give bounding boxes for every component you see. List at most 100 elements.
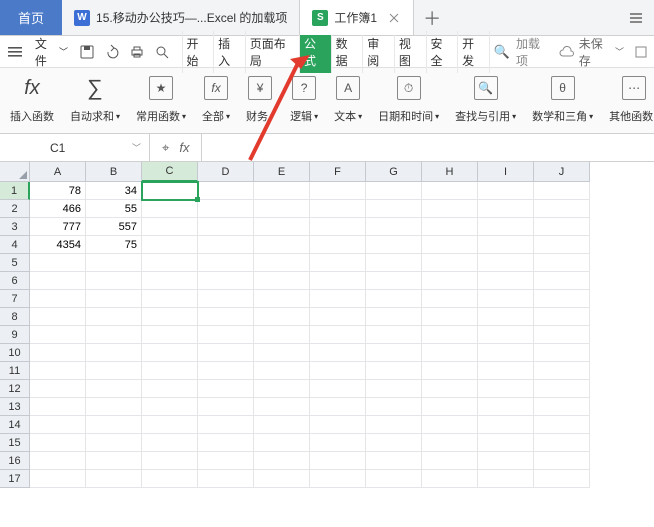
cell[interactable] xyxy=(422,182,478,200)
cell[interactable] xyxy=(366,254,422,272)
cell[interactable] xyxy=(198,254,254,272)
ribbon-tab-7[interactable]: 安全 xyxy=(427,31,459,73)
row-header[interactable]: 4 xyxy=(0,236,30,254)
cell[interactable] xyxy=(478,398,534,416)
cell[interactable] xyxy=(478,326,534,344)
cell[interactable] xyxy=(478,416,534,434)
cell[interactable] xyxy=(366,236,422,254)
cell[interactable] xyxy=(534,416,590,434)
formula-input[interactable] xyxy=(202,134,654,161)
cell[interactable] xyxy=(198,290,254,308)
cell[interactable] xyxy=(142,452,198,470)
cell[interactable] xyxy=(198,182,254,200)
cell[interactable] xyxy=(478,344,534,362)
cell[interactable] xyxy=(198,434,254,452)
cell[interactable] xyxy=(534,470,590,488)
cell[interactable] xyxy=(534,452,590,470)
cell[interactable] xyxy=(478,308,534,326)
cell[interactable] xyxy=(422,416,478,434)
cell[interactable] xyxy=(366,344,422,362)
cell[interactable] xyxy=(534,344,590,362)
cell[interactable] xyxy=(142,308,198,326)
ribbon-group-4[interactable]: ¥财务▾ xyxy=(240,72,280,133)
close-icon[interactable] xyxy=(387,11,401,25)
ribbon-tab-4[interactable]: 数据 xyxy=(332,31,364,73)
ribbon-group-5[interactable]: ?逻辑▾ xyxy=(284,72,324,133)
cell[interactable] xyxy=(310,434,366,452)
column-header[interactable]: H xyxy=(422,162,478,182)
ribbon-tab-2[interactable]: 页面布局 xyxy=(246,31,300,73)
cell[interactable] xyxy=(478,452,534,470)
row-header[interactable]: 12 xyxy=(0,380,30,398)
row-header[interactable]: 7 xyxy=(0,290,30,308)
row-header[interactable]: 1 xyxy=(0,182,30,200)
ribbon-group-8[interactable]: 🔍查找与引用▾ xyxy=(449,72,522,133)
cell[interactable] xyxy=(366,308,422,326)
cell[interactable] xyxy=(310,182,366,200)
cell[interactable] xyxy=(30,290,86,308)
column-header[interactable]: C xyxy=(142,162,198,182)
ribbon-tab-6[interactable]: 视图 xyxy=(395,31,427,73)
ribbon-group-0[interactable]: fx插入函数 xyxy=(4,72,60,133)
cell[interactable] xyxy=(478,272,534,290)
cell[interactable] xyxy=(310,326,366,344)
cell[interactable]: 78 xyxy=(30,182,86,200)
cell[interactable] xyxy=(142,398,198,416)
cell[interactable] xyxy=(534,236,590,254)
cell[interactable] xyxy=(30,416,86,434)
cell[interactable] xyxy=(366,398,422,416)
cell[interactable] xyxy=(198,452,254,470)
cell[interactable] xyxy=(254,326,310,344)
ribbon-tab-1[interactable]: 插入 xyxy=(214,31,246,73)
cell[interactable] xyxy=(142,434,198,452)
cell[interactable] xyxy=(86,272,142,290)
cell[interactable] xyxy=(310,290,366,308)
cell[interactable] xyxy=(422,254,478,272)
row-header[interactable]: 11 xyxy=(0,362,30,380)
cell[interactable] xyxy=(310,380,366,398)
cell[interactable]: 557 xyxy=(86,218,142,236)
ribbon-group-2[interactable]: ★常用函数▾ xyxy=(130,72,192,133)
cell[interactable] xyxy=(254,434,310,452)
cell[interactable] xyxy=(422,398,478,416)
cell[interactable] xyxy=(198,218,254,236)
cell[interactable] xyxy=(254,380,310,398)
cell[interactable] xyxy=(310,452,366,470)
select-all-corner[interactable] xyxy=(0,162,30,182)
tab-document-1[interactable]: W 15.移动办公技巧—...Excel 的加载项 xyxy=(62,0,299,35)
menu-icon[interactable] xyxy=(6,42,25,62)
row-header[interactable]: 3 xyxy=(0,218,30,236)
cell[interactable] xyxy=(422,344,478,362)
cell[interactable] xyxy=(142,236,198,254)
ribbon-tab-8[interactable]: 开发 xyxy=(458,31,490,73)
cell[interactable] xyxy=(30,362,86,380)
cell[interactable] xyxy=(422,380,478,398)
cell[interactable] xyxy=(366,362,422,380)
cell[interactable] xyxy=(534,434,590,452)
cell[interactable] xyxy=(198,200,254,218)
cell[interactable] xyxy=(86,470,142,488)
cell[interactable] xyxy=(478,380,534,398)
cell[interactable] xyxy=(198,380,254,398)
cell[interactable] xyxy=(254,218,310,236)
cell[interactable] xyxy=(478,182,534,200)
name-box[interactable]: C1 ﹀ xyxy=(0,134,150,161)
cell[interactable] xyxy=(142,182,198,200)
cell[interactable] xyxy=(86,254,142,272)
cell[interactable] xyxy=(86,308,142,326)
row-header[interactable]: 17 xyxy=(0,470,30,488)
cell[interactable] xyxy=(534,290,590,308)
cell[interactable] xyxy=(142,362,198,380)
cell[interactable] xyxy=(198,326,254,344)
cell[interactable] xyxy=(422,434,478,452)
row-header[interactable]: 6 xyxy=(0,272,30,290)
cell[interactable] xyxy=(534,380,590,398)
cell[interactable] xyxy=(534,326,590,344)
cell[interactable] xyxy=(366,380,422,398)
cell[interactable] xyxy=(366,326,422,344)
cell[interactable] xyxy=(86,380,142,398)
cell[interactable] xyxy=(422,218,478,236)
cell[interactable] xyxy=(86,362,142,380)
cell[interactable] xyxy=(478,290,534,308)
cell[interactable] xyxy=(254,308,310,326)
